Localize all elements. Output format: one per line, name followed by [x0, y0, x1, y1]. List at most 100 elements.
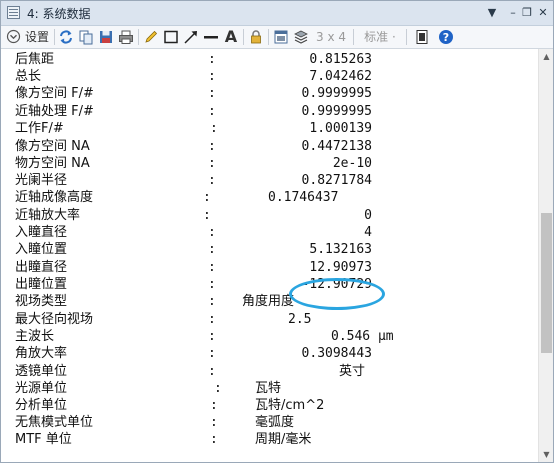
row-value: 4 [364, 225, 372, 240]
list-item: 像方空间 F/# : 0.9999995 [1, 85, 537, 103]
save-icon[interactable] [98, 28, 114, 46]
export-icon[interactable] [414, 28, 430, 46]
row-value: 5.132163 [309, 242, 372, 257]
list-item: 入瞳直径 : 4 [1, 224, 537, 242]
toolbar-separator [406, 29, 407, 45]
copy-icon[interactable] [78, 28, 94, 46]
text-icon[interactable]: A [223, 28, 239, 46]
row-label: 最大径向视场 [15, 312, 94, 327]
row-value: 2e-10 [332, 156, 372, 171]
row-value: 0.4472138 [301, 139, 372, 154]
row-colon: : [208, 277, 216, 292]
list-item: 无焦模式单位 : 毫弧度 [1, 414, 537, 432]
list-item: 光阑半径 : 0.8271784 [1, 172, 537, 190]
toolbar-separator [243, 29, 244, 45]
row-colon: : [210, 121, 218, 136]
rectangle-icon[interactable] [163, 28, 179, 46]
scrollbar-thumb[interactable] [541, 213, 552, 353]
arrow-icon[interactable] [183, 28, 199, 46]
row-colon: : [208, 139, 216, 154]
row-label: 角放大率 [15, 346, 68, 361]
list-item: 分析单位 : 瓦特/cm^2 [1, 397, 537, 415]
row-label: 光源单位 [15, 381, 68, 396]
row-value: 2.5 [288, 312, 312, 327]
row-value: 1.000139 [309, 121, 372, 136]
row-value: 瓦特/cm^2 [255, 398, 325, 413]
row-label: 近轴放大率 [15, 208, 81, 223]
list-item: 工作F/# : 1.000139 [1, 120, 537, 138]
row-label: 入瞳位置 [15, 242, 68, 257]
row-value: 角度用度 [242, 294, 295, 309]
settings-button[interactable]: 设置 [24, 28, 50, 46]
list-item: 角放大率 : 0.3098443 [1, 345, 537, 363]
row-value: 0.546 µm [331, 329, 394, 344]
system-data-window: 4: 系统数据 ▼ – ❐ ✕ 设置 A 3 x 4 · 标准 · ? 后焦距 … [0, 0, 554, 463]
toolbar-separator [268, 29, 269, 45]
scroll-down-arrow-icon[interactable]: ▼ [539, 447, 553, 462]
row-value: 0.3098443 [301, 346, 372, 361]
list-item: 总长 : 7.042462 [1, 68, 537, 86]
window-layout-icon[interactable] [273, 28, 289, 46]
row-colon: : [208, 86, 216, 101]
window-icon [7, 6, 20, 19]
row-label: 无焦模式单位 [15, 415, 94, 430]
row-label: 光阑半径 [15, 173, 68, 188]
row-value: 瓦特 [255, 381, 282, 396]
row-value: 7.042462 [309, 69, 372, 84]
layers-icon[interactable] [293, 28, 309, 46]
row-value: 0.9999995 [301, 86, 372, 101]
row-label: 出瞳位置 [15, 277, 68, 292]
help-icon[interactable]: ? [438, 28, 454, 46]
row-label: 近轴成像高度 [15, 190, 94, 205]
list-item: 入瞳位置 : 5.132163 [1, 241, 537, 259]
row-value: 0.815263 [309, 52, 372, 67]
row-colon: : [208, 364, 216, 379]
row-label: 总长 [15, 69, 42, 84]
list-item: 像方空间 NA : 0.4472138 [1, 138, 537, 156]
toolbar: 设置 A 3 x 4 · 标准 · ? [1, 26, 553, 62]
close-icon[interactable]: ✕ [534, 4, 552, 22]
row-value: 毫弧度 [255, 415, 295, 430]
grid-layout-dropdown[interactable]: 3 x 4 · [313, 28, 349, 62]
row-colon: : [208, 156, 216, 171]
lock-icon[interactable] [248, 28, 264, 46]
row-label: 视场类型 [15, 294, 68, 309]
row-value: 周期/毫米 [255, 432, 312, 447]
standard-dropdown[interactable]: 标准 · [358, 28, 402, 46]
row-label: 像方空间 NA [15, 139, 90, 154]
list-item: 主波长 : 0.546 µm [1, 328, 537, 346]
pencil-icon[interactable] [143, 28, 159, 46]
title-bar: 4: 系统数据 ▼ – ❐ ✕ [1, 1, 553, 26]
list-item: 近轴成像高度 : 0.1746437 [1, 189, 537, 207]
list-item: 物方空间 NA : 2e-10 [1, 155, 537, 173]
row-colon: : [210, 415, 218, 430]
scroll-up-arrow-icon[interactable]: ▲ [539, 49, 553, 64]
row-colon: : [208, 260, 216, 275]
list-item: 后焦距 : 0.815263 [1, 51, 537, 69]
window-menu-icon[interactable]: ▼ [483, 4, 501, 22]
row-value: 0.1746437 [268, 190, 339, 205]
toolbar-separator [138, 29, 139, 45]
print-icon[interactable] [118, 28, 134, 46]
row-value: 0 [364, 208, 372, 223]
row-label: 像方空间 F/# [15, 86, 94, 101]
vertical-scrollbar[interactable]: ▲ ▼ [538, 49, 553, 462]
toolbar-separator [54, 29, 55, 45]
list-item: 视场类型 : 角度用度 [1, 293, 537, 311]
refresh-icon[interactable] [58, 28, 74, 46]
settings-chevron-icon[interactable] [6, 28, 21, 46]
line-icon[interactable] [203, 28, 219, 46]
row-colon: : [203, 190, 211, 205]
row-colon: : [210, 398, 218, 413]
list-item: 近轴处理 F/# : 0.9999995 [1, 103, 537, 121]
row-colon: : [208, 225, 216, 240]
row-label: 透镜单位 [15, 364, 68, 379]
svg-text:?: ? [443, 31, 449, 44]
list-item: 最大径向视场 : 2.5 [1, 311, 537, 329]
row-colon: : [208, 312, 216, 327]
row-value: 英寸 [339, 364, 366, 379]
row-colon: : [214, 381, 222, 396]
row-label: 近轴处理 F/# [15, 104, 94, 119]
row-colon: : [210, 432, 218, 447]
row-value: 0.9999995 [301, 104, 372, 119]
